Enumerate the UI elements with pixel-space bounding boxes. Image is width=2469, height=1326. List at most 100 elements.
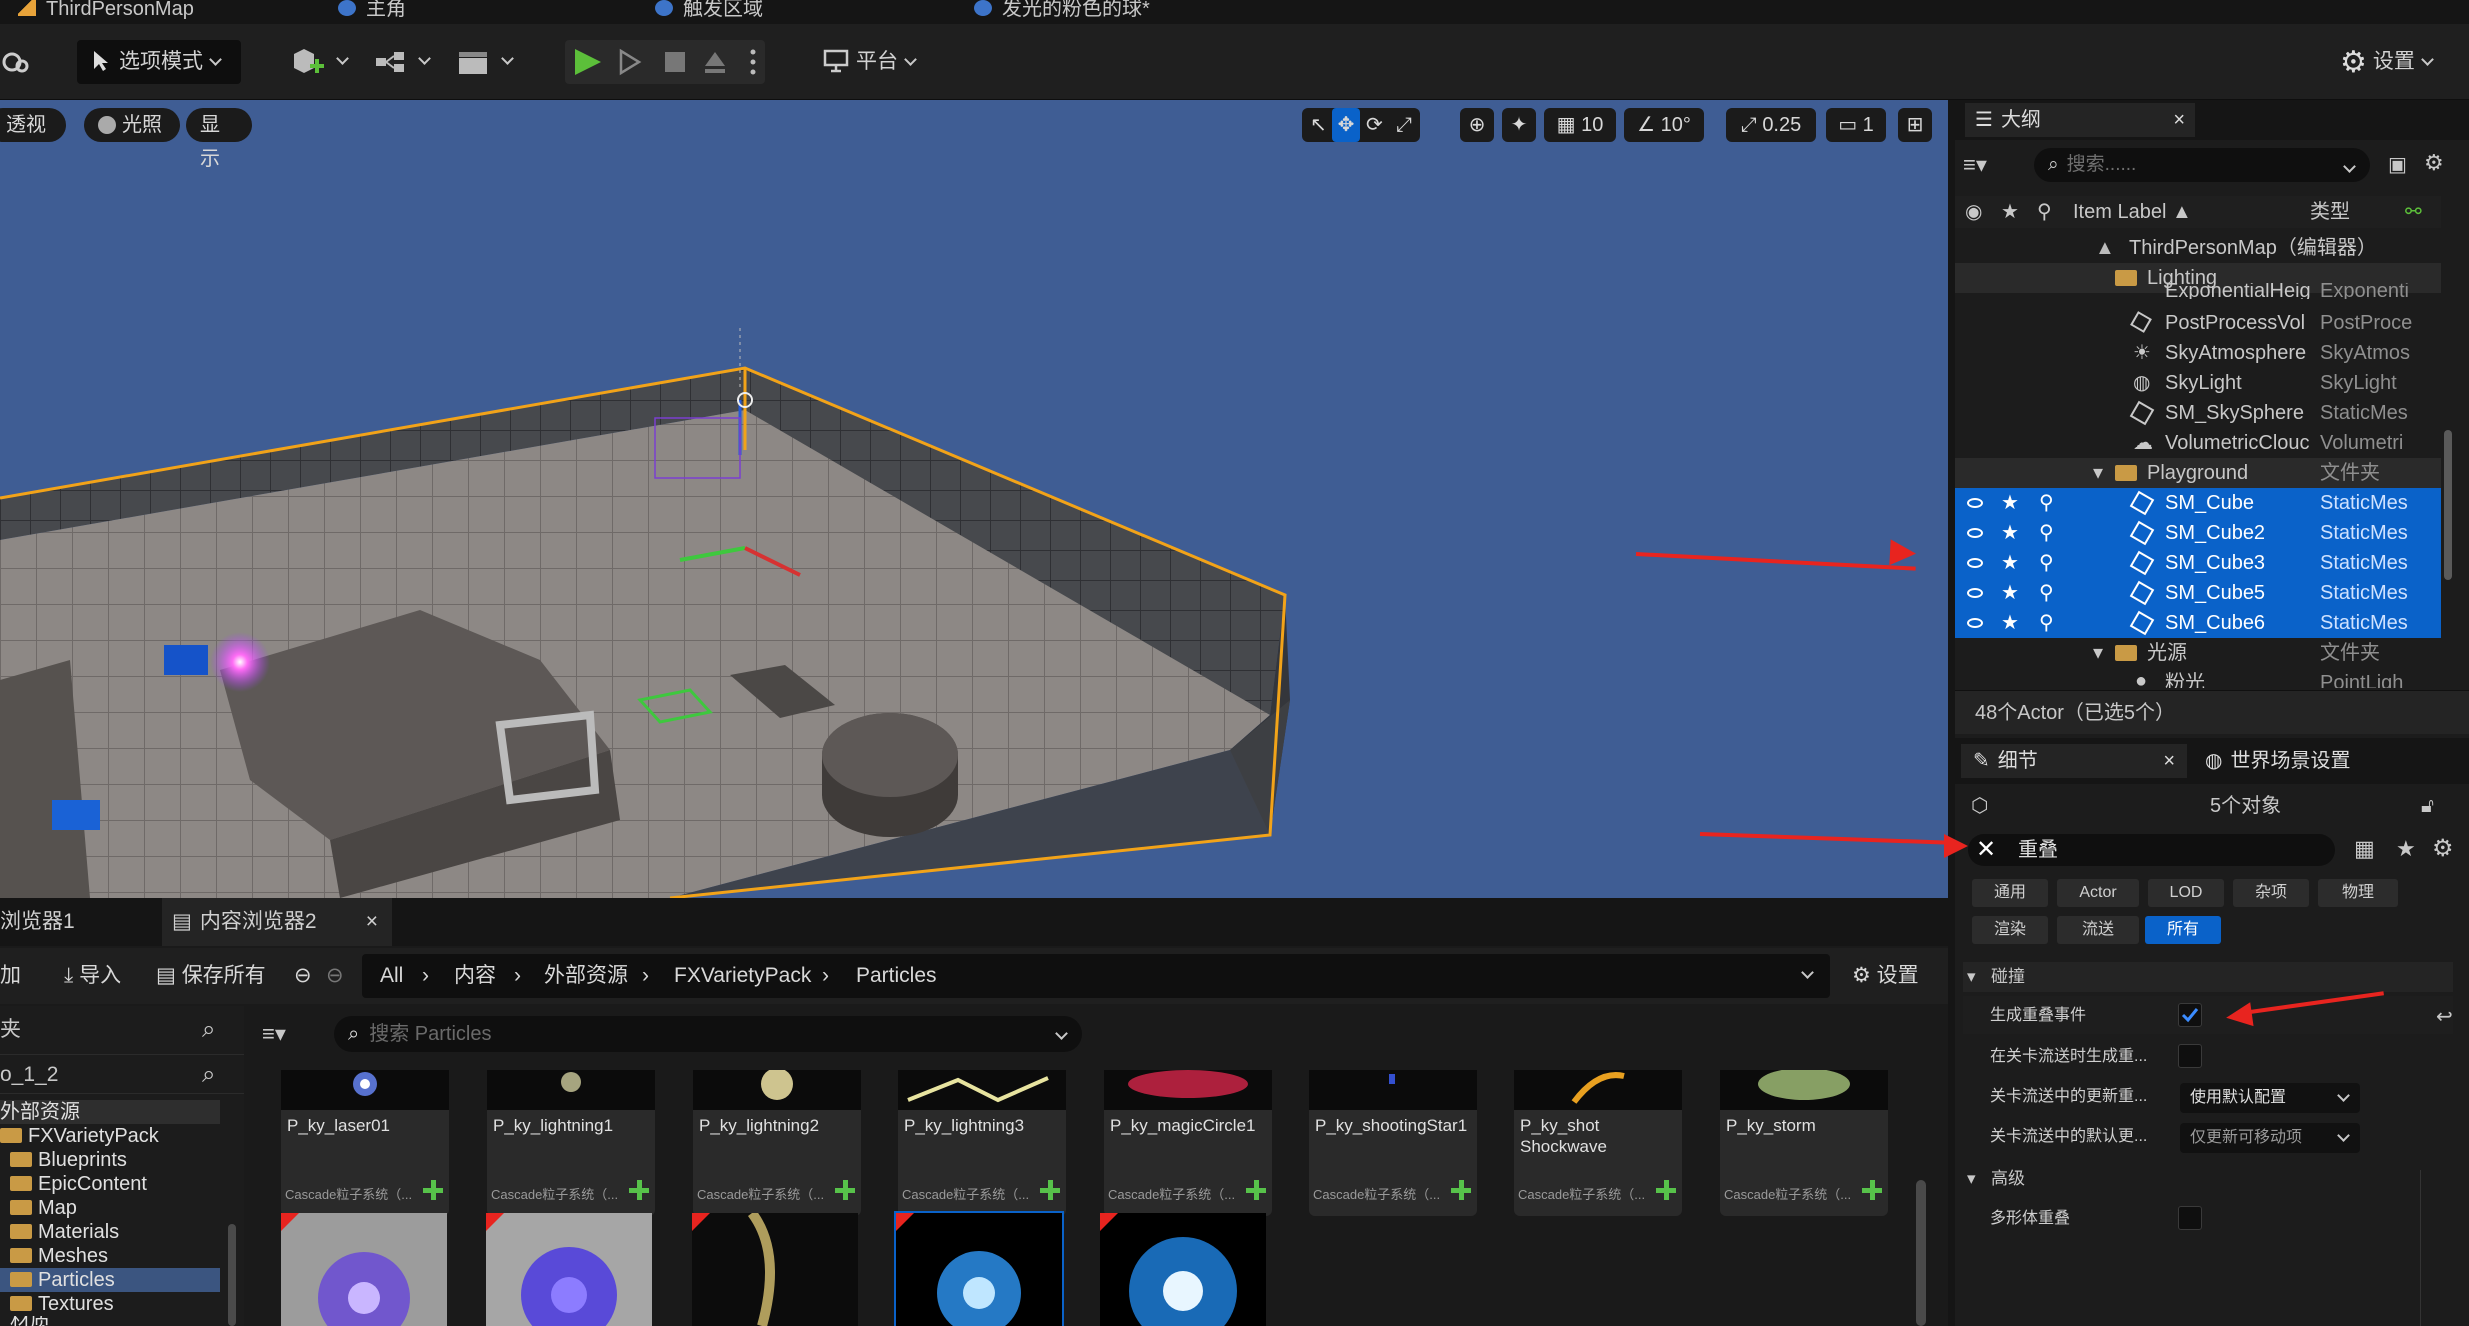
pin-icon[interactable]: ⚲: [2039, 488, 2054, 518]
move-tool-icon[interactable]: ✥: [1332, 108, 1360, 142]
platform-dropdown[interactable]: 平台: [822, 40, 932, 84]
scale-tool-icon[interactable]: ⤢: [1396, 108, 1412, 142]
tree-row-level[interactable]: ▲ ThirdPersonMap（编辑器）: [1955, 233, 2441, 263]
filter-icon[interactable]: ≡▾: [1963, 148, 2013, 182]
tree-row-lights-folder[interactable]: ▾ 光源 文件夹: [1955, 638, 2441, 668]
category-all[interactable]: 所有: [2145, 916, 2221, 944]
clear-search-icon[interactable]: ✕: [1976, 834, 1996, 866]
category-misc[interactable]: 杂项: [2233, 879, 2309, 907]
expand-arrow-icon[interactable]: ▾: [2093, 458, 2103, 488]
save-all-button[interactable]: ▤ 保存所有: [156, 956, 266, 996]
settings-dropdown[interactable]: ⚙ 设置: [2340, 40, 2460, 84]
breadcrumb-particles[interactable]: Particles: [856, 956, 937, 996]
expand-arrow-icon[interactable]: ▾: [2093, 638, 2103, 668]
lighting-mode-toggle[interactable]: 光照: [84, 108, 180, 142]
visibility-eye-icon[interactable]: [1967, 528, 1983, 538]
tree-row-sm-cube[interactable]: ★ ⚲ SM_Cube StaticMes: [1955, 488, 2441, 518]
tree-row-volumetric-cloud[interactable]: ☁ VolumetricClouc Volumetri: [1955, 428, 2441, 458]
close-icon[interactable]: ×: [2163, 744, 2175, 778]
generate-overlap-checkbox[interactable]: [2178, 1003, 2202, 1027]
details-search-input[interactable]: ✕ 重叠: [1968, 834, 2335, 866]
section-collision[interactable]: ▾ 碰撞: [1963, 962, 2453, 992]
blueprint-button[interactable]: [372, 40, 431, 84]
select-tool-icon[interactable]: ↖: [1310, 108, 1327, 142]
search-icon[interactable]: ⌕: [202, 1010, 215, 1050]
default-update-dropdown[interactable]: 仅更新可移动项: [2180, 1123, 2360, 1153]
star-icon[interactable]: ★: [2001, 578, 2019, 608]
asset-tile[interactable]: P_ky_shot Shockwave Cascade粒子系统（...: [1514, 1070, 1682, 1216]
selection-mode-dropdown[interactable]: 选项模式: [77, 40, 241, 84]
outliner-tab[interactable]: ☰ 大纲 ×: [1965, 103, 2195, 137]
close-icon[interactable]: ×: [366, 898, 378, 946]
tree-item-materials-cn[interactable]: 材质: [0, 1316, 220, 1326]
particle-thumbnail[interactable]: [486, 1213, 652, 1326]
particle-thumbnail[interactable]: [692, 1213, 858, 1326]
world-settings-tab[interactable]: ◍ 世界场景设置: [2205, 744, 2425, 778]
viewport-layout-icon[interactable]: ⊞: [1898, 108, 1932, 142]
tree-item-fxvarietypack[interactable]: FXVarietyPack: [0, 1124, 220, 1148]
category-rendering[interactable]: 渲染: [1972, 916, 2048, 944]
green-link-icon[interactable]: ⚯: [2405, 196, 2422, 228]
doc-tab-pink-ball[interactable]: 发光的粉色的球*: [974, 0, 1150, 22]
add-actor-button[interactable]: [290, 40, 349, 84]
asset-tile[interactable]: P_ky_lightning1 Cascade粒子系统（...: [487, 1070, 655, 1216]
star-icon[interactable]: ★: [2001, 608, 2019, 638]
type-column[interactable]: 类型: [2310, 196, 2350, 228]
tree-row-sm-cube5[interactable]: ★ ⚲ SM_Cube5 StaticMes: [1955, 578, 2441, 608]
visibility-eye-icon[interactable]: ◉: [1965, 196, 1982, 228]
breadcrumb-content[interactable]: 内容: [454, 956, 496, 996]
category-streaming[interactable]: 流送: [2057, 916, 2139, 944]
surface-snap-icon[interactable]: ✦: [1502, 108, 1536, 142]
pin-icon[interactable]: ⚲: [2039, 548, 2054, 578]
perspective-toggle[interactable]: 透视: [0, 108, 66, 142]
source-control-icon[interactable]: [0, 40, 34, 84]
particle-thumbnail[interactable]: [894, 1211, 1064, 1326]
back-icon[interactable]: ⊖: [294, 956, 312, 996]
tree-item-epiccontent[interactable]: EpicContent: [0, 1172, 220, 1196]
details-tab[interactable]: ✎ 细节 ×: [1961, 744, 2187, 778]
grid-snap-control[interactable]: ▦ 10: [1544, 108, 1616, 142]
doc-tab-hero[interactable]: 主角: [338, 0, 406, 22]
eject-icon[interactable]: [705, 52, 725, 73]
cinematics-button[interactable]: [455, 40, 514, 84]
scale-snap-control[interactable]: ⤢ 0.25: [1726, 108, 1816, 142]
star-icon[interactable]: ★: [2001, 518, 2019, 548]
tree-row-skyatmosphere[interactable]: ☀ SkyAtmosphere SkyAtmos: [1955, 338, 2441, 368]
favorites-star-icon[interactable]: ★: [2396, 836, 2416, 862]
tree-row-skysphere[interactable]: SM_SkySphere StaticMes: [1955, 398, 2441, 428]
asset-tile[interactable]: P_ky_shootingStar1 Cascade粒子系统（...: [1309, 1070, 1477, 1216]
details-gear-icon[interactable]: ⚙: [2432, 834, 2454, 863]
visibility-eye-icon[interactable]: [1967, 618, 1983, 628]
breadcrumb-fxvarietypack[interactable]: FXVarietyPack: [674, 956, 811, 996]
asset-tile[interactable]: P_ky_lightning3 Cascade粒子系统（...: [898, 1070, 1066, 1216]
doc-tab-trigger[interactable]: 触发区域: [655, 0, 763, 22]
star-icon[interactable]: ★: [2001, 488, 2019, 518]
play-icon[interactable]: [575, 49, 601, 75]
close-icon[interactable]: ×: [2173, 103, 2185, 137]
particle-thumbnail[interactable]: [1100, 1213, 1266, 1326]
reset-arrow-icon[interactable]: ↩: [2436, 1004, 2453, 1029]
tree-row-skylight[interactable]: ◍ SkyLight SkyLight: [1955, 368, 2441, 398]
tree-item-external[interactable]: 外部资源: [0, 1100, 220, 1124]
table-view-icon[interactable]: ▦: [2354, 836, 2375, 862]
asset-tile[interactable]: P_ky_magicCircle1 Cascade粒子系统（...: [1104, 1070, 1272, 1216]
tree-item-map[interactable]: Map: [0, 1196, 220, 1220]
level-viewport[interactable]: 透视 光照 显示 ↖ ✥ ⟳ ⤢ ⊕ ✦ ▦ 10 ∠ 10° ⤢ 0.25 ▭…: [0, 100, 1948, 898]
breadcrumb-all[interactable]: All: [380, 956, 403, 996]
pin-icon[interactable]: ⚲: [2039, 518, 2054, 548]
asset-filter-icon[interactable]: ≡▾: [262, 1014, 322, 1054]
world-local-icon[interactable]: ⊕: [1460, 108, 1494, 142]
pin-icon[interactable]: ⚲: [2037, 196, 2052, 228]
tree-item-blueprints[interactable]: Blueprints: [0, 1148, 220, 1172]
outliner-scrollbar[interactable]: [2444, 430, 2452, 580]
tree-row-postprocess[interactable]: PostProcessVol PostProce: [1955, 308, 2441, 338]
tree-item-particles[interactable]: Particles: [0, 1268, 220, 1292]
camera-speed-control[interactable]: ▭ 1: [1826, 108, 1886, 142]
outliner-search-input[interactable]: ⌕ 搜索......: [2034, 148, 2370, 182]
lock-icon[interactable]: 🔓︎: [2421, 786, 2434, 826]
asset-grid-scrollbar[interactable]: [1916, 1180, 1926, 1326]
streaming-overlap-checkbox[interactable]: [2178, 1044, 2202, 1068]
section-advanced[interactable]: ▾ 高级: [1963, 1164, 2453, 1194]
breadcrumb-external[interactable]: 外部资源: [544, 956, 628, 996]
star-icon[interactable]: ★: [2001, 196, 2019, 228]
